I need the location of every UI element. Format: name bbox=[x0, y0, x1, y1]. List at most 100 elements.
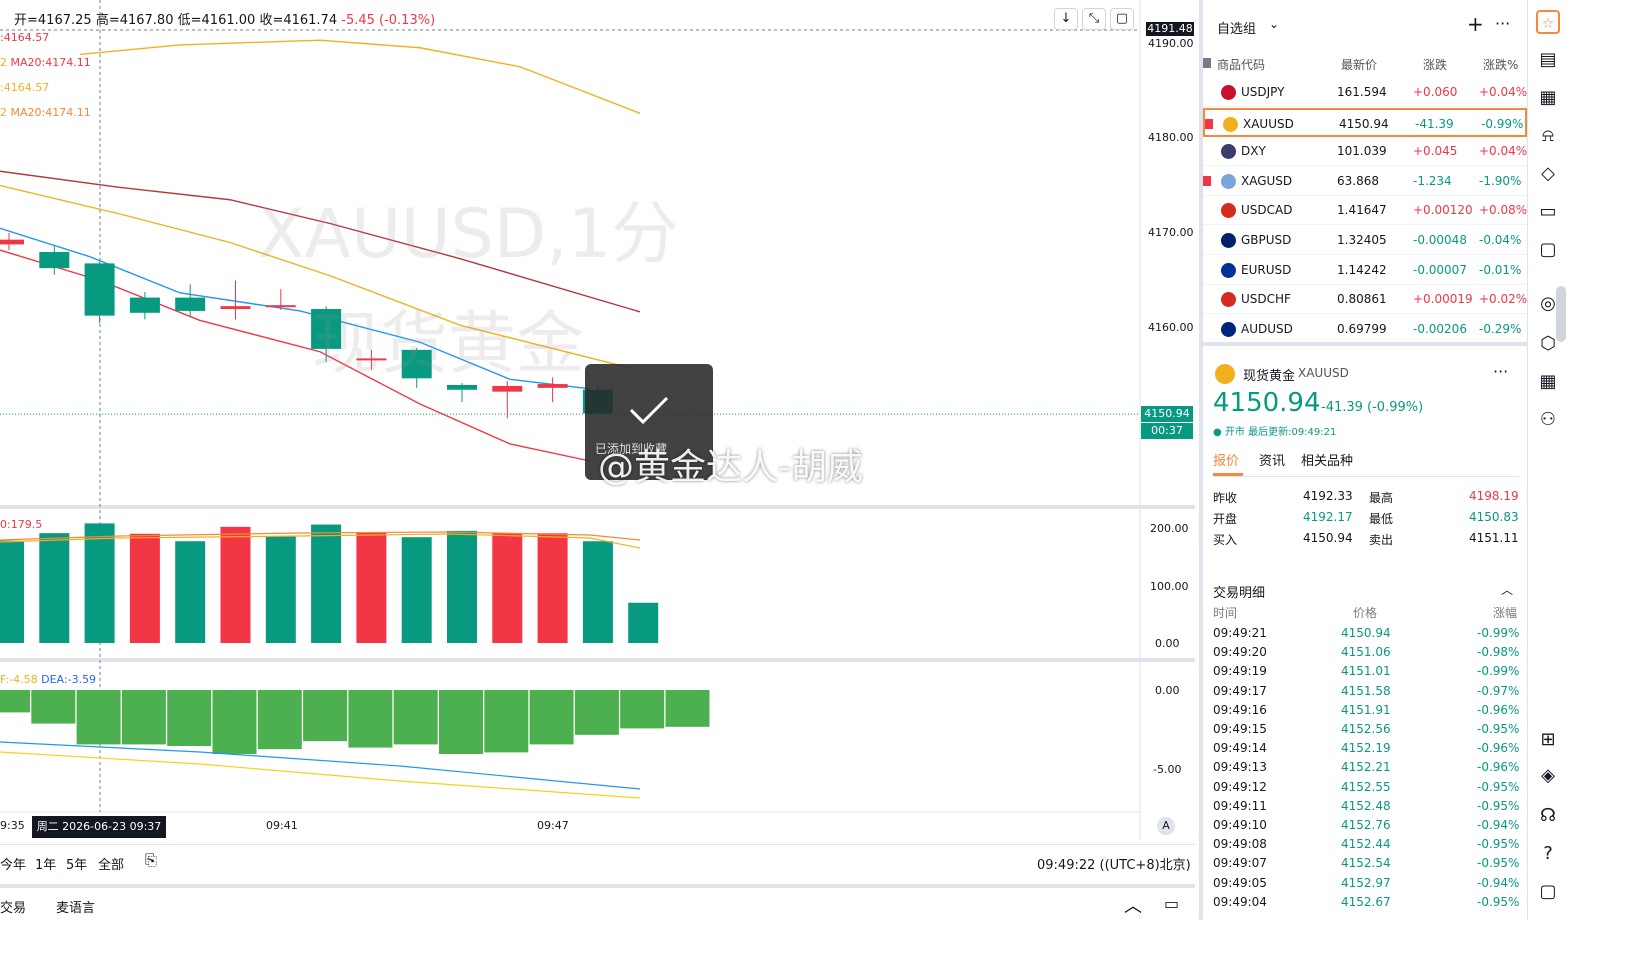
side-toolbar: ☆ ▤ ▦ ⍾ ◇ ▭ ▢ ◎ ⬡ ▦ ⚇ ⊞ ◈ ☊ ? ▢ bbox=[1527, 0, 1567, 920]
pane-separator bbox=[0, 658, 1195, 662]
date-range-icon[interactable]: ⎘ bbox=[145, 851, 157, 869]
watchlist-row[interactable]: AUDUSD 0.69799 -0.00206 -0.29% bbox=[1203, 315, 1527, 344]
stat-v: 4150.94 bbox=[1303, 531, 1353, 545]
column-last[interactable]: 最新价 bbox=[1341, 56, 1377, 73]
row-symbol: XAGUSD bbox=[1241, 173, 1293, 188]
dumbbell-icon[interactable]: ⊞ bbox=[1536, 728, 1560, 752]
watchlist-icon[interactable]: ☆ bbox=[1536, 10, 1560, 34]
trade-time: 09:49:11 bbox=[1213, 798, 1267, 813]
add-icon[interactable]: + bbox=[1467, 12, 1484, 36]
tab-related[interactable]: 相关品种 bbox=[1301, 450, 1353, 469]
time-axis-label: 09:41 bbox=[266, 819, 298, 832]
row-symbol: AUDUSD bbox=[1241, 321, 1293, 336]
more-icon[interactable]: ··· bbox=[1495, 14, 1510, 33]
candle-body bbox=[39, 252, 70, 269]
auto-scale-button[interactable]: A bbox=[1157, 817, 1175, 835]
row-price: 4150.94 bbox=[1339, 116, 1389, 131]
scroll-handle[interactable] bbox=[1556, 286, 1566, 342]
candle-body bbox=[265, 305, 296, 308]
range-ytd-button[interactable]: 今年 bbox=[0, 854, 26, 873]
watchlist-title[interactable]: 自选组 bbox=[1217, 18, 1256, 37]
range-1y-button[interactable]: 1年 bbox=[35, 854, 56, 873]
open-value: 4167.25 bbox=[37, 13, 92, 28]
stat-k2: 卖出 bbox=[1369, 533, 1394, 547]
layers-icon[interactable]: ◇ bbox=[1536, 162, 1560, 186]
watchlist-row[interactable]: DXY 101.039 +0.045 +0.04% bbox=[1203, 137, 1527, 167]
trade-time: 09:49:08 bbox=[1213, 837, 1267, 852]
tab-news[interactable]: 资讯 bbox=[1259, 450, 1285, 469]
document-icon[interactable]: ▤ bbox=[1536, 48, 1560, 72]
symbol-flag-icon bbox=[1221, 292, 1236, 308]
row-change: +0.00019 bbox=[1413, 292, 1473, 307]
column-change[interactable]: 涨跌 bbox=[1423, 56, 1447, 73]
row-price: 1.32405 bbox=[1337, 233, 1387, 247]
video-icon[interactable]: ▭ bbox=[1536, 200, 1560, 224]
calendar-icon[interactable]: ▦ bbox=[1536, 86, 1560, 110]
range-all-button[interactable]: 全部 bbox=[98, 854, 124, 873]
range-5y-button[interactable]: 5年 bbox=[66, 854, 87, 873]
scroll-down-button[interactable]: ↓ bbox=[1054, 8, 1078, 30]
chat-bubble-icon[interactable]: ▢ bbox=[1536, 880, 1560, 904]
volume-bar bbox=[220, 526, 251, 643]
tab-quote[interactable]: 报价 bbox=[1213, 450, 1239, 469]
chart-settings-button[interactable]: ▢ bbox=[1110, 8, 1134, 30]
trade-time: 09:49:21 bbox=[1213, 626, 1267, 640]
row-symbol: XAUUSD bbox=[1243, 116, 1294, 131]
trade-price: 4152.55 bbox=[1341, 779, 1391, 794]
chevron-up-icon[interactable]: ︿ bbox=[1501, 581, 1513, 598]
alert-icon[interactable]: ⍾ bbox=[1536, 124, 1560, 148]
watchlist-row[interactable]: GBPUSD 1.32405 -0.00048 -0.04% bbox=[1203, 226, 1527, 255]
trade-price: 4151.58 bbox=[1341, 683, 1391, 698]
trade-row: 09:49:20 4151.06 -0.98% bbox=[1203, 643, 1531, 662]
price-axis-label: 4190.00 bbox=[1148, 37, 1194, 50]
help-icon[interactable]: ? bbox=[1536, 842, 1560, 866]
watchlist-row[interactable]: USDCAD 1.41647 +0.00120 +0.08% bbox=[1203, 196, 1528, 226]
watchlist-row[interactable]: EURUSD 1.14242 -0.00007 -0.01% bbox=[1203, 256, 1527, 285]
diamond-icon[interactable]: ◈ bbox=[1536, 764, 1560, 788]
row-price: 101.039 bbox=[1337, 144, 1387, 159]
row-symbol: DXY bbox=[1241, 144, 1266, 159]
range-bar: 今年 1年 5年 全部 ⎘ 09:49:22 ((UTC+8)北京) bbox=[0, 844, 1195, 876]
price-axis-label: 4160.00 bbox=[1148, 321, 1194, 334]
watchlist-row[interactable]: USDJPY 161.594 +0.060 +0.04% bbox=[1203, 78, 1527, 107]
watchlist-row[interactable]: XAUUSD 4150.94 -41.39 -0.99% bbox=[1203, 107, 1527, 137]
watchlist-row[interactable]: USDCHF 0.80861 +0.00019 +0.02% bbox=[1203, 285, 1527, 315]
row-symbol: EURUSD bbox=[1241, 262, 1292, 277]
macd-histogram-bar bbox=[303, 690, 348, 742]
row-change-pct: +0.08% bbox=[1479, 203, 1528, 218]
chat-icon[interactable]: ▢ bbox=[1536, 238, 1560, 262]
tab-trade[interactable]: 交易 bbox=[0, 897, 26, 916]
watchlist-header: 自选组 ⌄ + ··· bbox=[1203, 0, 1531, 52]
ma-label-2: 2 MA20:4174.11 bbox=[0, 56, 91, 69]
column-symbol[interactable]: 商品代码 bbox=[1217, 56, 1265, 73]
volume-bar bbox=[356, 532, 387, 643]
chevron-down-icon[interactable]: ⌄ bbox=[1269, 17, 1279, 31]
row-price: 1.14242 bbox=[1337, 262, 1387, 277]
ma-prefix: 2 bbox=[0, 106, 7, 119]
crosshair-time-label: 周二 2026-06-23 09:37 bbox=[32, 816, 166, 838]
macd-histogram-bar bbox=[257, 690, 302, 750]
volume-bar bbox=[84, 523, 115, 643]
headset-icon[interactable]: ☊ bbox=[1536, 804, 1560, 828]
current-price-tag: 4150.94 bbox=[1141, 406, 1193, 422]
grid-icon[interactable]: ▦ bbox=[1536, 370, 1560, 394]
trade-row: 09:49:15 4152.56 -0.95% bbox=[1203, 720, 1531, 739]
chart-area[interactable]: XAUUSD,1分 现货黄金 开=4167.25 高=4167.80 低=416… bbox=[0, 0, 1195, 920]
collapse-button[interactable]: ⤡ bbox=[1082, 8, 1106, 30]
row-change: -41.39 bbox=[1415, 116, 1454, 131]
more-icon[interactable]: ··· bbox=[1493, 362, 1508, 381]
tab-mai-language[interactable]: 麦语言 bbox=[56, 897, 95, 916]
maximize-icon[interactable]: ▭ bbox=[1164, 894, 1179, 913]
trade-pct: -0.99% bbox=[1477, 626, 1520, 640]
trade-row: 09:49:14 4152.19 -0.96% bbox=[1203, 739, 1531, 758]
chevron-up-icon[interactable]: ︿ bbox=[1124, 892, 1142, 918]
trade-price: 4152.76 bbox=[1341, 818, 1391, 832]
watchlist-row[interactable]: XAGUSD 63.868 -1.234 -1.90% bbox=[1203, 167, 1527, 196]
symbol-flag-icon bbox=[1221, 173, 1236, 189]
trade-row: 09:49:05 4152.97 -0.94% bbox=[1203, 874, 1531, 893]
high-value: 4167.80 bbox=[119, 13, 174, 28]
trade-time: 09:49:07 bbox=[1213, 856, 1267, 871]
column-change-pct[interactable]: 涨跌% bbox=[1483, 56, 1518, 73]
network-icon[interactable]: ⚇ bbox=[1536, 408, 1560, 432]
stat-v: 4192.33 bbox=[1303, 489, 1353, 503]
